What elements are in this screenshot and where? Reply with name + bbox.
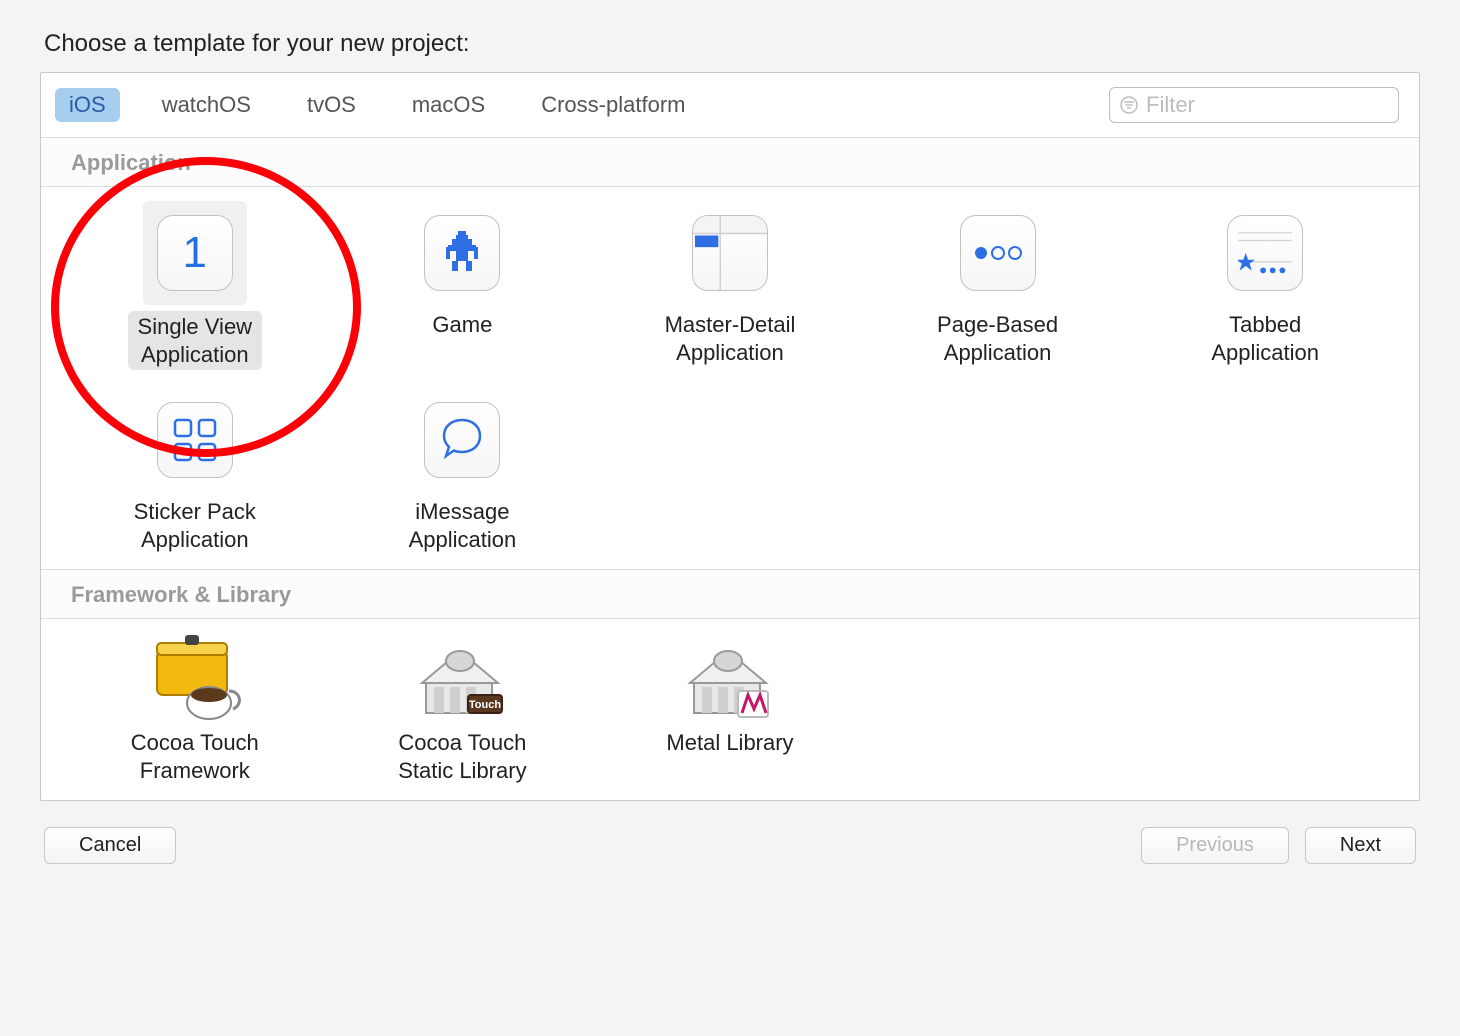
template-game[interactable]: Game xyxy=(329,195,597,374)
template-label: Game xyxy=(432,311,492,339)
tabbed-icon xyxy=(1227,215,1303,291)
section-header-application: Application xyxy=(41,138,1419,187)
template-label: Single View Application xyxy=(128,311,263,370)
template-metal-library[interactable]: Metal Library xyxy=(596,627,864,788)
cancel-button[interactable]: Cancel xyxy=(44,827,176,864)
application-grid: 1 Single View Application xyxy=(41,187,1419,569)
page-based-icon xyxy=(960,215,1036,291)
template-label: iMessage Application xyxy=(409,498,517,553)
template-cocoa-touch-static[interactable]: Touch Cocoa Touch Static Library xyxy=(329,627,597,788)
cocoa-touch-static-icon: Touch xyxy=(412,633,512,723)
filter-input[interactable] xyxy=(1146,92,1388,118)
filter-icon xyxy=(1120,96,1138,114)
master-detail-icon xyxy=(692,215,768,291)
next-button[interactable]: Next xyxy=(1305,827,1416,864)
tab-ios[interactable]: iOS xyxy=(55,88,120,122)
template-single-view[interactable]: 1 Single View Application xyxy=(61,195,329,374)
framework-grid: Cocoa Touch Framework Touch Cocoa Touch … xyxy=(41,619,1419,800)
template-label: Metal Library xyxy=(666,729,793,757)
tab-macos[interactable]: macOS xyxy=(398,88,499,122)
dialog-footer: Cancel Previous Next xyxy=(40,801,1420,864)
tab-cross-platform[interactable]: Cross-platform xyxy=(527,88,699,122)
previous-button[interactable]: Previous xyxy=(1141,827,1289,864)
template-page-based[interactable]: Page-Based Application xyxy=(864,195,1132,374)
dialog-heading: Choose a template for your new project: xyxy=(40,20,1420,72)
tab-tvos[interactable]: tvOS xyxy=(293,88,370,122)
cocoa-touch-framework-icon xyxy=(145,633,245,723)
template-label: Master-Detail Application xyxy=(665,311,796,366)
template-cocoa-touch-framework[interactable]: Cocoa Touch Framework xyxy=(61,627,329,788)
template-label: Tabbed Application xyxy=(1211,311,1319,366)
sticker-pack-icon xyxy=(157,402,233,478)
template-imessage[interactable]: iMessage Application xyxy=(329,382,597,557)
game-icon xyxy=(424,215,500,291)
section-header-framework: Framework & Library xyxy=(41,569,1419,619)
template-label: Cocoa Touch Framework xyxy=(131,729,259,784)
platform-toolbar: iOS watchOS tvOS macOS Cross-platform xyxy=(41,73,1419,138)
template-sticker-pack[interactable]: Sticker Pack Application xyxy=(61,382,329,557)
template-master-detail[interactable]: Master-Detail Application xyxy=(596,195,864,374)
metal-library-icon xyxy=(680,633,780,723)
svg-text:Touch: Touch xyxy=(469,699,501,711)
filter-field[interactable] xyxy=(1109,87,1399,123)
imessage-icon xyxy=(424,402,500,478)
template-label: Sticker Pack Application xyxy=(134,498,256,553)
template-tabbed[interactable]: Tabbed Application xyxy=(1131,195,1399,374)
single-view-icon: 1 xyxy=(157,215,233,291)
template-label: Cocoa Touch Static Library xyxy=(398,729,526,784)
tab-watchos[interactable]: watchOS xyxy=(148,88,265,122)
template-label: Page-Based Application xyxy=(937,311,1058,366)
template-panel: iOS watchOS tvOS macOS Cross-platform Ap… xyxy=(40,72,1420,801)
